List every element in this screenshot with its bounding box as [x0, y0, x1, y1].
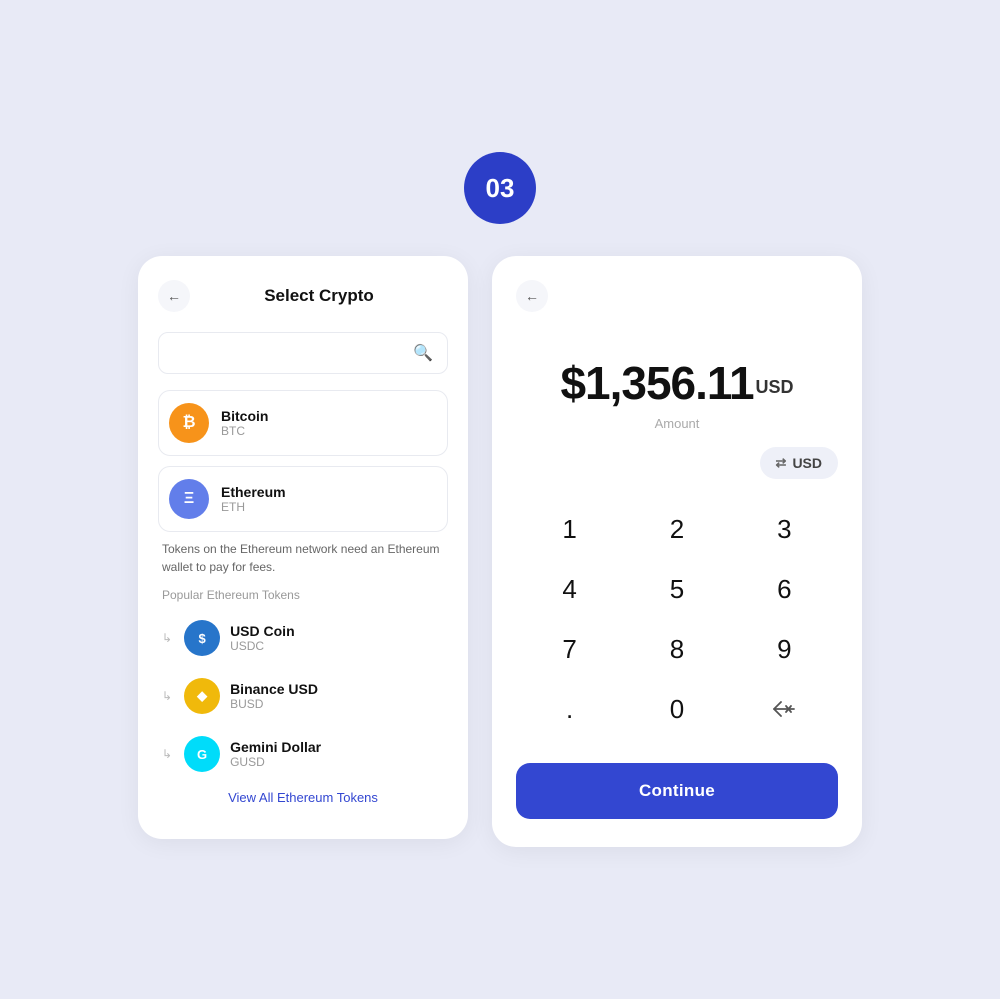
ethereum-name: Ethereum: [221, 484, 286, 500]
usdc-icon: $: [184, 620, 220, 656]
ethereum-note: Tokens on the Ethereum network need an E…: [162, 540, 444, 576]
sub-arrow-busd: ↳: [162, 689, 172, 703]
amount-display: $1,356.11USD: [516, 356, 838, 410]
back-button-left[interactable]: ←: [158, 280, 190, 312]
panel-header: ← Select Crypto: [158, 280, 448, 312]
gusd-icon: G: [184, 736, 220, 772]
gusd-name: Gemini Dollar: [230, 739, 321, 755]
bitcoin-item[interactable]: ₿ Bitcoin BTC: [158, 390, 448, 456]
amount-panel: ← $1,356.11USD Amount ⇄ USD 1 2 3 4 5 6 …: [492, 256, 862, 847]
amount-value: $1,356.11: [560, 357, 753, 409]
search-box[interactable]: 🔍: [158, 332, 448, 374]
ethereum-info: Ethereum ETH: [221, 484, 286, 514]
currency-toggle-label: USD: [792, 455, 822, 471]
ethereum-section: Ξ Ethereum ETH Tokens on the Ethereum ne…: [158, 466, 448, 805]
key-4[interactable]: 4: [516, 559, 623, 619]
key-8[interactable]: 8: [623, 619, 730, 679]
currency-badge[interactable]: ⇄ USD: [760, 447, 838, 479]
busd-ticker: BUSD: [230, 697, 318, 711]
panel-title: Select Crypto: [190, 286, 448, 306]
amount-label: Amount: [516, 416, 838, 431]
busd-info: Binance USD BUSD: [230, 681, 318, 711]
gusd-ticker: GUSD: [230, 755, 321, 769]
ethereum-item[interactable]: Ξ Ethereum ETH: [158, 466, 448, 532]
usdc-name: USD Coin: [230, 623, 295, 639]
swap-icon: ⇄: [776, 455, 787, 471]
usdc-ticker: USDC: [230, 639, 295, 653]
key-5[interactable]: 5: [623, 559, 730, 619]
key-1[interactable]: 1: [516, 499, 623, 559]
key-9[interactable]: 9: [731, 619, 838, 679]
gusd-item[interactable]: ↳ G Gemini Dollar GUSD: [158, 728, 448, 780]
search-icon: 🔍: [413, 343, 433, 363]
panels-container: ← Select Crypto 🔍 ₿ Bitcoin BTC Ξ Ethere…: [138, 256, 862, 847]
key-6[interactable]: 6: [731, 559, 838, 619]
sub-arrow-usdc: ↳: [162, 631, 172, 645]
bitcoin-info: Bitcoin BTC: [221, 408, 268, 438]
busd-name: Binance USD: [230, 681, 318, 697]
step-badge: 03: [464, 152, 536, 224]
ethereum-ticker: ETH: [221, 500, 286, 514]
backspace-key[interactable]: [731, 679, 838, 739]
usdc-info: USD Coin USDC: [230, 623, 295, 653]
bitcoin-ticker: BTC: [221, 424, 268, 438]
view-all-tokens-link[interactable]: View All Ethereum Tokens: [158, 790, 448, 805]
amount-currency: USD: [756, 377, 794, 397]
gusd-info: Gemini Dollar GUSD: [230, 739, 321, 769]
numpad: 1 2 3 4 5 6 7 8 9 . 0: [516, 499, 838, 739]
key-0[interactable]: 0: [623, 679, 730, 739]
right-panel-header: ←: [516, 280, 838, 312]
sub-arrow-gusd: ↳: [162, 747, 172, 761]
key-2[interactable]: 2: [623, 499, 730, 559]
busd-item[interactable]: ↳ ◆ Binance USD BUSD: [158, 670, 448, 722]
key-dot[interactable]: .: [516, 679, 623, 739]
continue-button[interactable]: Continue: [516, 763, 838, 819]
bitcoin-icon: ₿: [169, 403, 209, 443]
bitcoin-name: Bitcoin: [221, 408, 268, 424]
search-input[interactable]: [173, 345, 413, 362]
busd-icon: ◆: [184, 678, 220, 714]
key-7[interactable]: 7: [516, 619, 623, 679]
key-3[interactable]: 3: [731, 499, 838, 559]
ethereum-icon: Ξ: [169, 479, 209, 519]
currency-toggle[interactable]: ⇄ USD: [516, 447, 838, 479]
back-button-right[interactable]: ←: [516, 280, 548, 312]
usdc-item[interactable]: ↳ $ USD Coin USDC: [158, 612, 448, 664]
popular-label: Popular Ethereum Tokens: [162, 588, 448, 602]
select-crypto-panel: ← Select Crypto 🔍 ₿ Bitcoin BTC Ξ Ethere…: [138, 256, 468, 839]
